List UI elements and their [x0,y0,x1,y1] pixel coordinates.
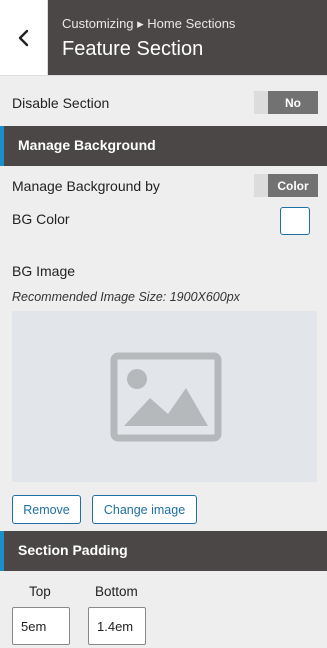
customizer-header: Customizing ▸ Home Sections Feature Sect… [0,0,327,76]
bg-image-label: BG Image [12,263,76,279]
bg-color-swatch[interactable] [280,207,310,235]
section-padding-title: Section Padding [18,542,128,558]
padding-top-input[interactable]: 5em [12,607,70,645]
manage-background-by-label: Manage Background by [12,178,160,194]
disable-section-label: Disable Section [12,95,110,111]
image-placeholder-icon [110,352,222,442]
manage-background-title: Manage Background [18,137,156,153]
manage-background-header[interactable]: Manage Background [0,126,327,166]
section-padding-header[interactable]: Section Padding [0,531,327,571]
breadcrumb: Customizing ▸ Home Sections [62,16,236,31]
manage-background-by-toggle-value: Color [268,174,318,197]
manage-background-by-toggle[interactable]: Color [254,174,318,197]
bg-image-preview[interactable] [12,311,317,482]
page-title: Feature Section [62,38,204,60]
disable-section-toggle[interactable]: No [254,91,318,114]
remove-image-button[interactable]: Remove [12,495,81,524]
chevron-left-icon [18,29,28,46]
padding-bottom-label: Bottom [95,584,138,599]
back-button[interactable] [0,0,48,75]
padding-top-label: Top [29,584,51,599]
padding-bottom-input[interactable]: 1.4em [88,607,146,645]
disable-section-toggle-value: No [268,91,318,114]
bg-color-label: BG Color [12,211,70,227]
change-image-button[interactable]: Change image [92,495,197,524]
bg-image-hint: Recommended Image Size: 1900X600px [12,290,240,304]
